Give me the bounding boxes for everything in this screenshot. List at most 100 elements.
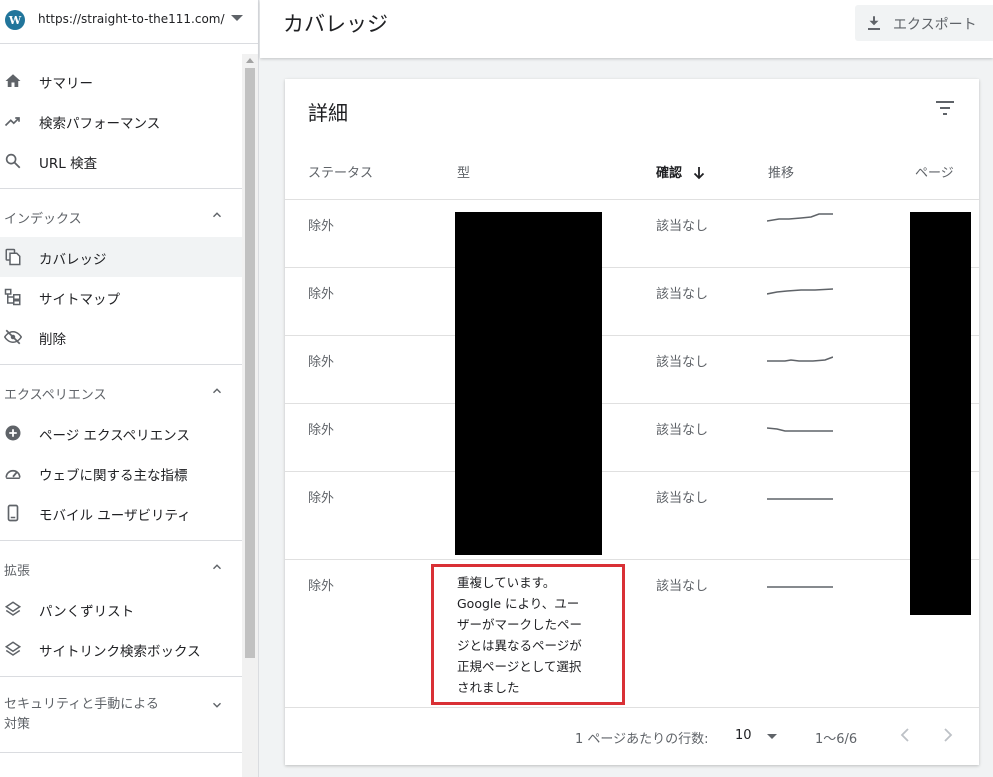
sidebar-item-label: URL 検査 <box>39 156 98 172</box>
sidebar-item-label: ページ エクスペリエンス <box>39 428 190 444</box>
row-divider <box>285 403 979 404</box>
validation-cell: 該当なし <box>656 287 709 302</box>
sidebar-item-label: カバレッジ <box>39 252 107 268</box>
sidebar-item-summary[interactable]: サマリー <box>0 61 242 101</box>
section-header-security[interactable]: セキュリティと手動による 対策 <box>0 695 242 739</box>
status-cell: 除外 <box>308 491 335 506</box>
validation-cell: 該当なし <box>656 491 709 506</box>
chevron-up-icon <box>213 212 221 218</box>
page-header: カバレッジ エクスポート <box>260 0 993 58</box>
sidebar-item-label: 削除 <box>39 332 66 348</box>
validation-cell: 該当なし <box>656 219 709 234</box>
row-divider <box>285 199 979 200</box>
sidebar-item-sitelinks-searchbox[interactable]: サイトリンク検索ボックス <box>0 629 242 669</box>
sidebar-item-label: パンくずリスト <box>39 604 135 620</box>
divider <box>0 752 242 753</box>
column-header-type[interactable]: 型 <box>457 162 470 181</box>
sidebar-item-sitemaps[interactable]: サイトマップ <box>0 277 242 317</box>
divider <box>0 676 242 677</box>
validation-cell: 該当なし <box>656 579 709 594</box>
divider <box>0 364 242 365</box>
layers-icon <box>4 641 22 656</box>
sidebar-item-label: サマリー <box>39 76 93 92</box>
row-divider <box>285 471 979 472</box>
property-url: https://straight-to-the111.com/ <box>38 12 225 26</box>
sitemap-icon <box>4 288 21 306</box>
wordpress-logo-icon: W <box>5 10 25 30</box>
chevron-up-icon <box>213 388 221 394</box>
trend-sparkline <box>767 213 833 222</box>
row-divider <box>285 335 979 336</box>
column-header-trend[interactable]: 推移 <box>768 162 794 181</box>
row-divider <box>285 267 979 268</box>
row-divider <box>285 559 979 560</box>
trend-sparkline <box>767 586 833 588</box>
details-card: 詳細 ステータス 型 確認 推移 ページ 除外 該当なし 除外 該当なし 除外 … <box>285 79 979 765</box>
chevron-left-icon[interactable] <box>897 726 913 744</box>
validation-cell: 該当なし <box>656 423 709 438</box>
export-label: エクスポート <box>893 17 977 33</box>
arrow-down-icon <box>693 167 704 180</box>
home-icon <box>5 74 21 87</box>
type-cell-duplicate: 重複しています。 Google により、ユー ザーがマークしたペー ジとは異なる… <box>457 575 583 695</box>
column-header-pages[interactable]: ページ <box>915 162 954 181</box>
chevron-down-icon[interactable] <box>231 15 243 21</box>
section-title: セキュリティと手動による 対策 <box>4 697 159 732</box>
sidebar-item-coverage[interactable]: カバレッジ <box>0 237 242 277</box>
export-button[interactable]: エクスポート <box>855 5 993 41</box>
divider <box>0 188 242 189</box>
trend-sparkline <box>767 427 833 432</box>
section-title: 拡張 <box>4 564 31 579</box>
table-pagination: 1 ページあたりの行数: 10 1〜6/6 <box>285 706 979 765</box>
trend-sparkline <box>767 498 833 500</box>
chevron-right-icon[interactable] <box>940 726 956 744</box>
dropdown-caret-icon[interactable] <box>767 734 777 739</box>
trend-sparkline <box>767 356 833 362</box>
status-cell: 除外 <box>308 355 335 370</box>
filter-icon[interactable] <box>935 100 955 116</box>
sidebar-scrollbar[interactable] <box>242 54 258 777</box>
sidebar-item-label: モバイル ユーザビリティ <box>39 508 191 524</box>
redacted-type-column <box>455 212 602 555</box>
property-selector[interactable]: W https://straight-to-the111.com/ <box>0 0 258 44</box>
plus-circle-icon <box>5 425 21 441</box>
divider <box>0 540 242 541</box>
chevron-down-icon <box>213 702 221 708</box>
sidebar-item-mobile-usability[interactable]: モバイル ユーザビリティ <box>0 493 242 533</box>
file-copy-icon <box>5 248 21 266</box>
page-title: カバレッジ <box>283 12 388 36</box>
status-cell: 除外 <box>308 287 335 302</box>
column-header-validation[interactable]: 確認 <box>656 162 705 181</box>
smartphone-icon <box>7 504 19 522</box>
section-title: インデックス <box>4 212 82 227</box>
trend-sparkline <box>767 288 833 295</box>
sidebar-item-performance[interactable]: 検索パフォーマンス <box>0 101 242 141</box>
sidebar: W https://straight-to-the111.com/ サマリー 検… <box>0 0 259 777</box>
eye-off-icon <box>4 329 22 345</box>
status-cell: 除外 <box>308 219 335 234</box>
redacted-pages-column <box>910 212 971 615</box>
sidebar-item-removals[interactable]: 削除 <box>0 317 242 357</box>
layers-icon <box>4 601 22 616</box>
sidebar-item-breadcrumbs[interactable]: パンくずリスト <box>0 589 242 629</box>
search-icon <box>5 153 21 169</box>
details-title: 詳細 <box>308 101 348 125</box>
status-cell: 除外 <box>308 423 335 438</box>
scroll-up-icon[interactable] <box>246 58 254 63</box>
section-title: エクスペリエンス <box>4 388 107 403</box>
sidebar-item-url-inspection[interactable]: URL 検査 <box>0 141 242 181</box>
rows-per-page-select[interactable]: 10 <box>735 728 752 743</box>
validation-cell: 該当なし <box>656 355 709 370</box>
scrollbar-thumb[interactable] <box>245 68 255 658</box>
sidebar-item-core-web-vitals[interactable]: ウェブに関する主な指標 <box>0 453 242 493</box>
column-header-status[interactable]: ステータス <box>308 162 373 181</box>
sidebar-item-label: ウェブに関する主な指標 <box>39 468 188 484</box>
column-header-label: 確認 <box>656 166 683 181</box>
status-cell: 除外 <box>308 579 335 594</box>
sidebar-item-label: 検索パフォーマンス <box>39 116 161 132</box>
sidebar-item-page-experience[interactable]: ページ エクスペリエンス <box>0 413 242 453</box>
chevron-up-icon <box>213 564 221 570</box>
speedometer-icon <box>5 469 21 479</box>
sidebar-item-label: サイトリンク検索ボックス <box>39 644 201 660</box>
trending-up-icon <box>4 117 20 127</box>
